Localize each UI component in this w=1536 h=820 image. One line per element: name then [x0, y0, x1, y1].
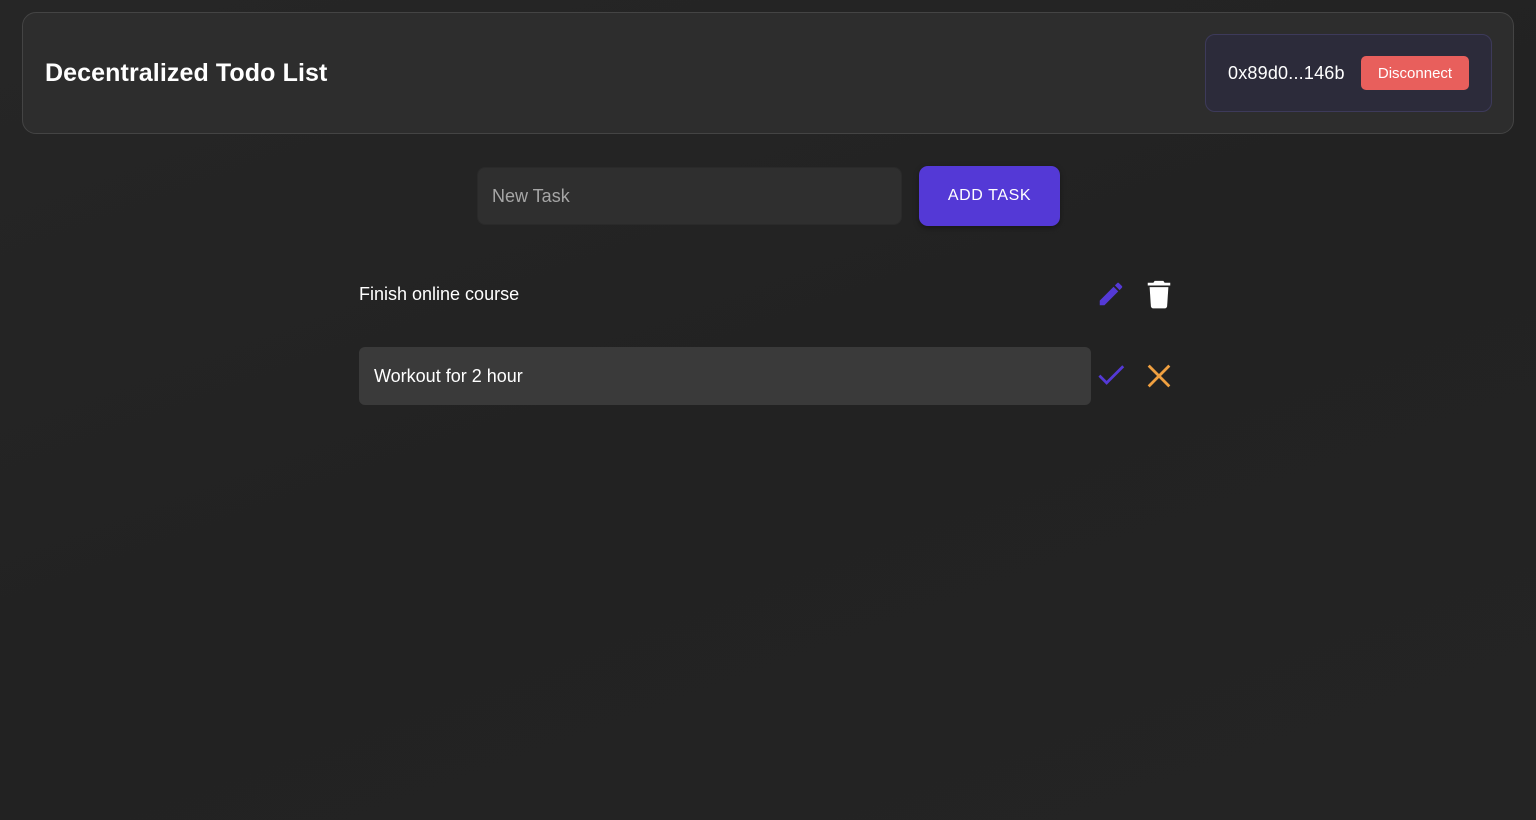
trash-icon [1147, 280, 1171, 309]
edit-task-input[interactable] [359, 347, 1091, 405]
check-icon [1098, 365, 1125, 385]
cancel-edit-button[interactable] [1143, 360, 1175, 392]
app-title: Decentralized Todo List [45, 58, 328, 87]
task-item: Finish online course [359, 265, 1177, 323]
wallet-panel: 0x89d0...146b Disconnect [1205, 34, 1492, 112]
disconnect-button[interactable]: Disconnect [1361, 56, 1469, 90]
pencil-icon [1099, 282, 1123, 306]
app-header: Decentralized Todo List 0x89d0...146b Di… [22, 12, 1514, 134]
add-task-button[interactable]: ADD TASK [919, 166, 1060, 226]
edit-task-button[interactable] [1095, 278, 1127, 310]
save-edit-button[interactable] [1095, 360, 1127, 392]
delete-task-button[interactable] [1143, 278, 1175, 310]
wallet-address: 0x89d0...146b [1228, 62, 1345, 83]
new-task-input[interactable] [477, 167, 902, 225]
task-text: Finish online course [359, 283, 520, 304]
close-icon [1147, 364, 1171, 388]
task-item-editing [359, 347, 1177, 405]
